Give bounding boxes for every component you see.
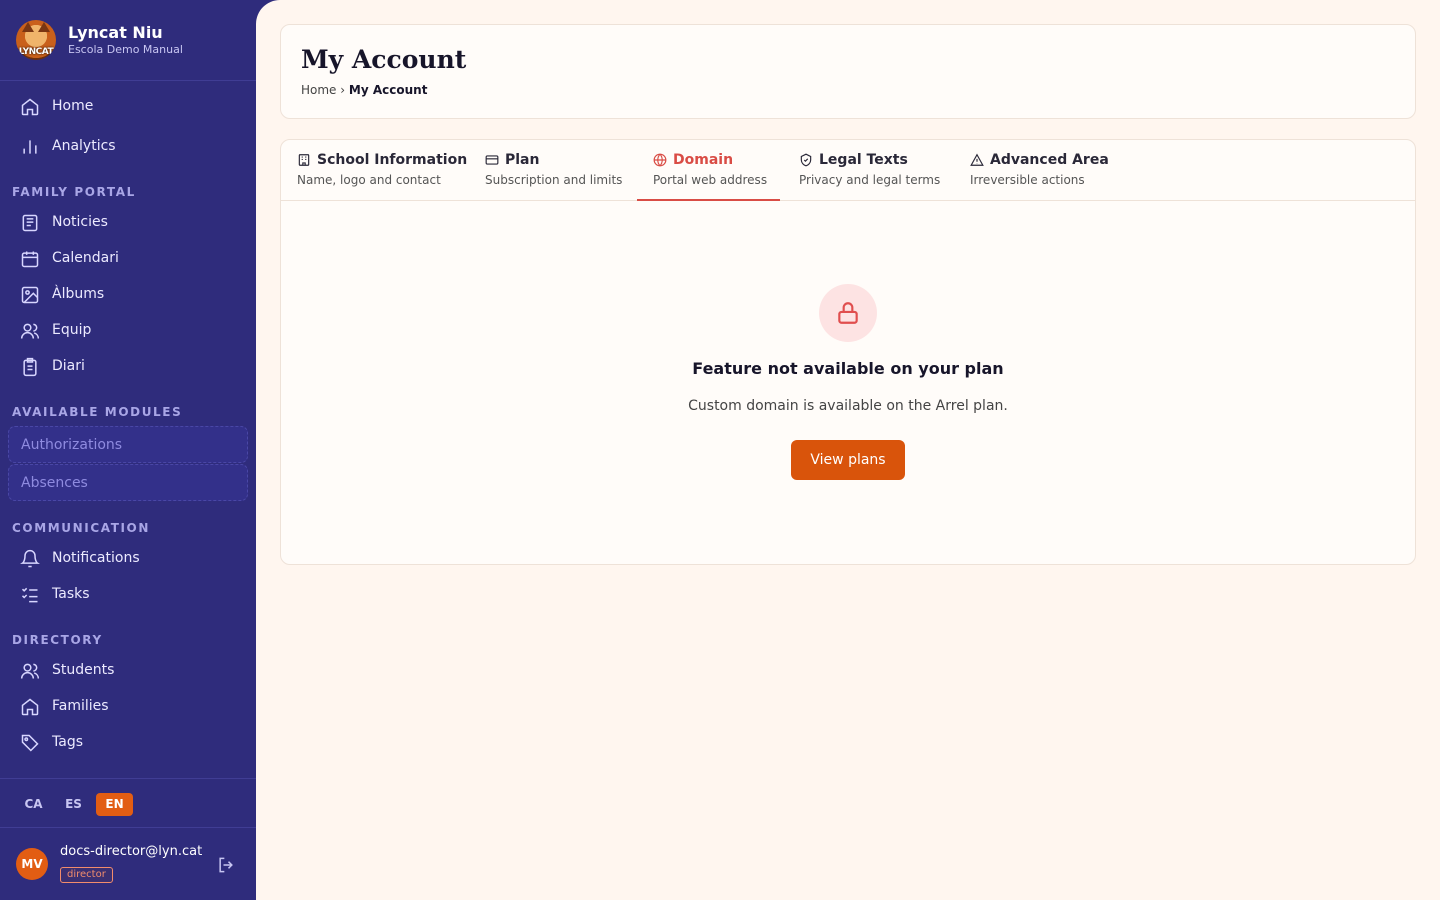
sidebar-item-label: Calendari <box>52 250 119 266</box>
tab-legal-texts[interactable]: Legal Texts Privacy and legal terms <box>783 140 953 201</box>
sidebar-item-label: Students <box>52 662 115 678</box>
sidebar-item-label: Diari <box>52 358 85 374</box>
lang-button-es[interactable]: ES <box>55 793 92 816</box>
tab-title: Advanced Area <box>990 152 1109 168</box>
tab-title: Legal Texts <box>819 152 908 168</box>
building-icon <box>298 154 310 166</box>
sidebar-item-diari[interactable]: Diari <box>8 350 248 384</box>
page-header: My Account Home › My Account <box>280 24 1416 119</box>
module-item-absences[interactable]: Absences <box>8 464 248 501</box>
sidebar-item-calendari[interactable]: Calendari <box>8 242 248 276</box>
view-plans-button[interactable]: View plans <box>791 440 905 480</box>
avatar[interactable]: MV <box>16 848 48 880</box>
sidebar-item-analytics[interactable]: Analytics <box>8 130 248 164</box>
sidebar: LYNCAT Lyncat Niu Escola Demo Manual Hom… <box>0 0 256 900</box>
brand-name: Lyncat Niu <box>68 23 163 42</box>
tab-plan[interactable]: Plan Subscription and limits <box>469 140 635 201</box>
tab-advanced-area[interactable]: Advanced Area Irreversible actions <box>954 140 1114 201</box>
main-content: My Account Home › My Account School Info… <box>256 0 1440 900</box>
section-heading-communication: COMMUNICATION <box>12 521 150 535</box>
shield-check-icon <box>800 153 812 167</box>
sidebar-item-home[interactable]: Home <box>8 90 248 124</box>
lyncat-logo: LYNCAT <box>16 20 56 60</box>
home-icon <box>21 698 39 716</box>
module-label: Absences <box>21 475 88 491</box>
sidebar-item-label: Notifications <box>52 550 140 566</box>
sidebar-item-label: Àlbums <box>52 286 105 302</box>
module-label: Authorizations <box>21 437 123 453</box>
language-switcher: CA ES EN <box>0 778 256 828</box>
tab-title: Plan <box>505 152 540 168</box>
brand-header[interactable]: LYNCAT Lyncat Niu Escola Demo Manual <box>0 0 256 81</box>
sidebar-item-tags[interactable]: Tags <box>8 726 248 760</box>
sidebar-item-students[interactable]: Students <box>8 654 248 688</box>
clipboard-icon <box>23 357 37 377</box>
sidebar-item-label: Noticies <box>52 214 108 230</box>
tab-subtitle: Privacy and legal terms <box>799 173 941 187</box>
checklist-icon <box>21 587 38 603</box>
lock-badge <box>819 284 877 342</box>
section-heading-modules: AVAILABLE MODULES <box>12 405 183 419</box>
image-icon <box>21 286 39 304</box>
module-item-authorizations[interactable]: Authorizations <box>8 426 248 463</box>
users-icon <box>20 663 40 679</box>
account-tabs-panel: School Information Name, logo and contac… <box>280 139 1416 565</box>
section-heading-directory: DIRECTORY <box>12 633 103 647</box>
sidebar-item-label: Tags <box>52 734 83 750</box>
newspaper-icon <box>22 214 38 232</box>
lang-button-en[interactable]: EN <box>96 793 133 816</box>
sidebar-item-albums[interactable]: Àlbums <box>8 278 248 312</box>
tab-subtitle: Name, logo and contact <box>297 173 441 187</box>
calendar-icon <box>21 251 39 268</box>
tab-subtitle: Portal web address <box>653 173 768 187</box>
school-name: Escola Demo Manual <box>68 43 183 56</box>
bell-icon <box>20 549 40 568</box>
sidebar-item-equip[interactable]: Equip <box>8 314 248 348</box>
role-badge: director <box>60 867 113 883</box>
tag-icon <box>21 734 39 752</box>
sidebar-item-label: Tasks <box>52 586 90 602</box>
bar-chart-icon <box>23 140 37 154</box>
page-title: My Account <box>301 45 467 74</box>
lock-icon <box>838 302 858 324</box>
breadcrumb-separator: › <box>340 83 346 97</box>
sidebar-item-label: Home <box>52 98 94 114</box>
logout-icon[interactable] <box>216 855 236 875</box>
sidebar-item-label: Families <box>52 698 109 714</box>
credit-card-icon <box>485 155 499 165</box>
section-heading-family-portal: FAMILY PORTAL <box>12 185 136 199</box>
users-icon <box>20 323 40 339</box>
globe-icon <box>653 153 667 167</box>
breadcrumb-current: My Account <box>348 83 428 97</box>
user-email: docs-director@lyn.cat <box>60 844 203 859</box>
tab-title: School Information <box>317 152 468 168</box>
sidebar-item-families[interactable]: Families <box>8 690 248 724</box>
sidebar-item-tasks[interactable]: Tasks <box>8 578 248 612</box>
warning-icon <box>970 153 984 166</box>
tab-subtitle: Subscription and limits <box>485 173 623 187</box>
home-icon <box>21 98 39 116</box>
lang-button-ca[interactable]: CA <box>15 793 52 816</box>
sidebar-item-noticies[interactable]: Noticies <box>8 206 248 240</box>
tab-school-information[interactable]: School Information Name, logo and contac… <box>281 140 467 201</box>
breadcrumb: Home › My Account <box>301 83 427 97</box>
sidebar-item-notifications[interactable]: Notifications <box>8 542 248 576</box>
tab-title: Domain <box>673 152 734 168</box>
empty-state-title: Feature not available on your plan <box>692 359 1004 378</box>
tab-subtitle: Irreversible actions <box>970 173 1085 187</box>
empty-state-message: Custom domain is available on the Arrel … <box>688 398 1008 414</box>
sidebar-item-label: Equip <box>52 322 92 338</box>
tab-bar: School Information Name, logo and contac… <box>281 140 1415 201</box>
tab-domain[interactable]: Domain Portal web address <box>637 140 780 201</box>
sidebar-item-label: Analytics <box>52 138 116 154</box>
breadcrumb-home[interactable]: Home <box>301 83 336 97</box>
user-panel: MV docs-director@lyn.cat director <box>0 828 256 900</box>
